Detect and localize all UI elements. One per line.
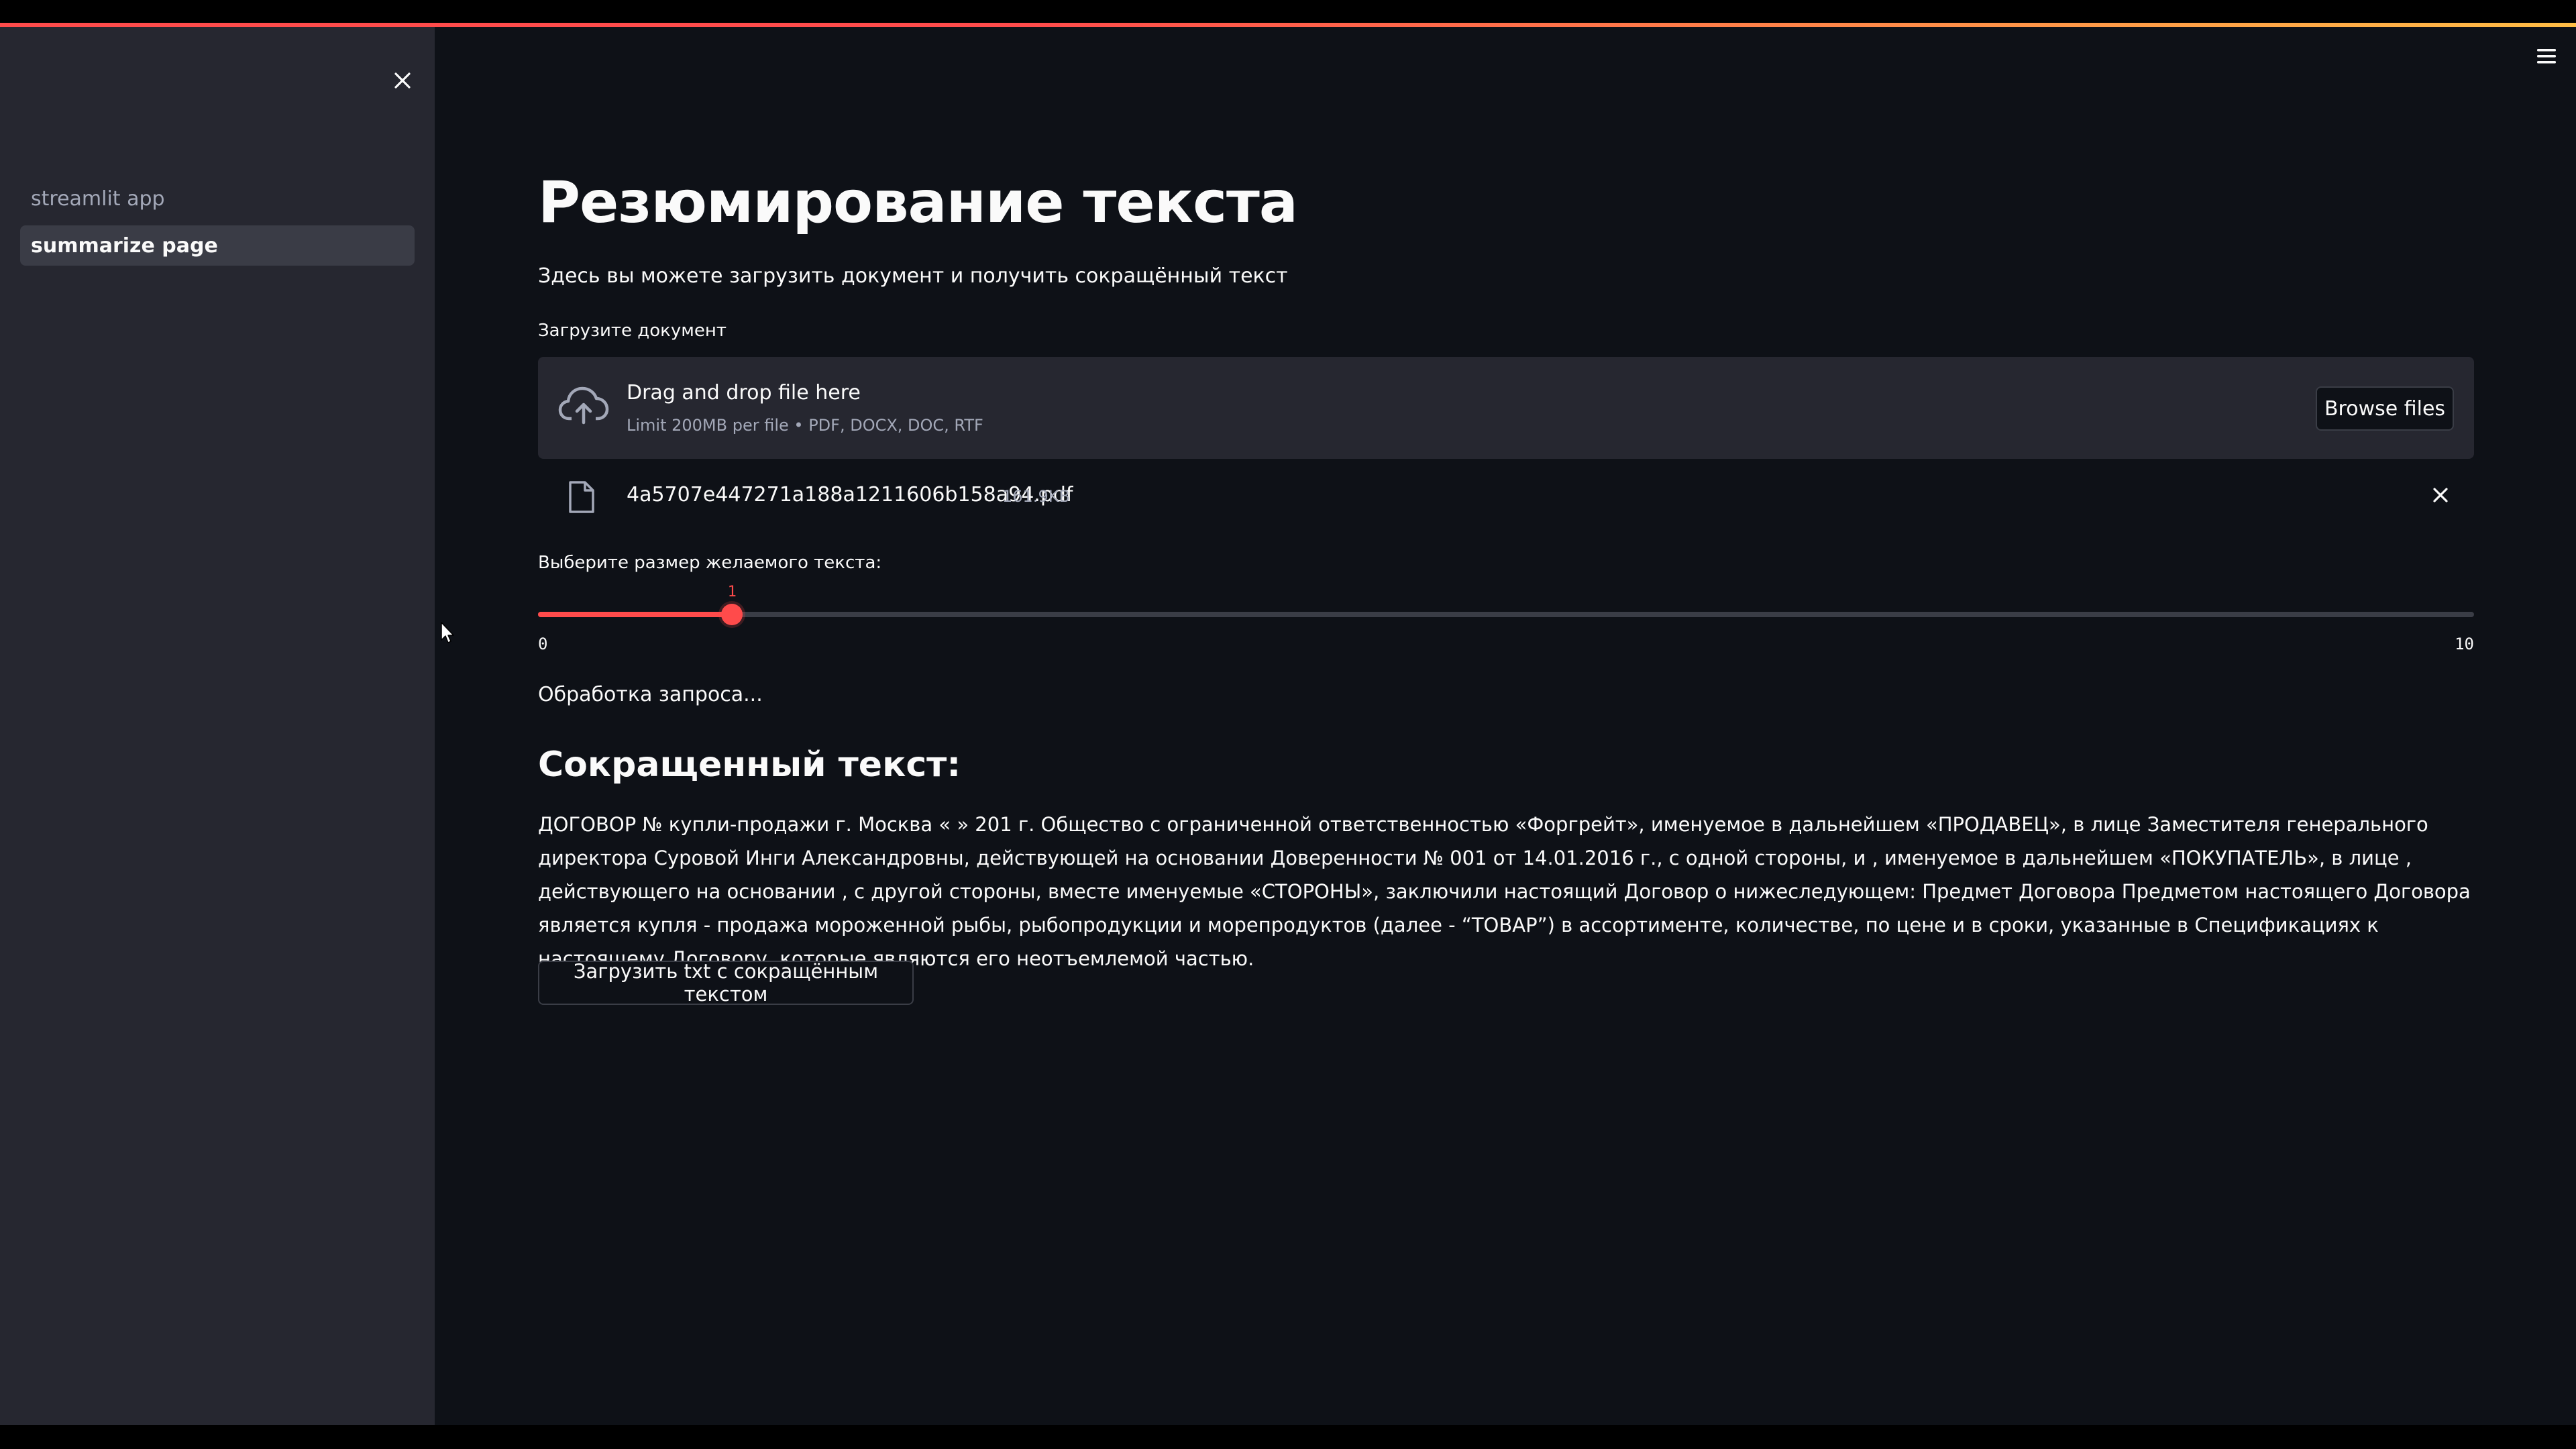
dropzone-title: Drag and drop file here: [627, 381, 861, 405]
browse-files-button[interactable]: Browse files: [2316, 386, 2454, 431]
close-icon: [394, 72, 411, 89]
file-icon: [569, 481, 594, 513]
screen: streamlit app summarize page Резюмирован…: [0, 0, 2576, 1449]
download-txt-button[interactable]: Загрузить txt с сокращённым текстом: [538, 960, 914, 1006]
file-dropzone[interactable]: Drag and drop file here Limit 200MB per …: [538, 357, 2474, 459]
sidebar-item-label: streamlit app: [31, 186, 165, 211]
sidebar-item-streamlit-app[interactable]: streamlit app: [20, 178, 415, 219]
header-decoration: [0, 23, 2576, 27]
slider-thumb[interactable]: [720, 604, 743, 625]
sidebar-close-button[interactable]: [389, 67, 416, 94]
slider-track[interactable]: [538, 612, 2474, 617]
page-subtitle: Здесь вы можете загрузить документ и пол…: [538, 264, 1288, 288]
mouse-cursor-icon: [441, 622, 454, 643]
sidebar: streamlit app summarize page: [0, 27, 435, 1425]
slider-fill: [538, 612, 732, 617]
slider-max-label: 10: [2455, 635, 2474, 653]
result-heading: Сокращенный текст:: [538, 745, 961, 785]
close-icon: [2433, 488, 2448, 502]
uploaded-file-item: 4a5707e447271a188a1211606b158a94.pdf 161…: [538, 470, 2474, 523]
summary-text: ДОГОВОР № купли-продажи г. Москва « » 20…: [538, 813, 2471, 970]
slider-current-value: 1: [727, 584, 737, 600]
file-uploader-label: Загрузите документ: [538, 321, 727, 341]
slider-min-label: 0: [538, 635, 548, 653]
page-title: Резюмирование текста: [538, 169, 1298, 236]
hamburger-menu-icon: [2537, 49, 2556, 64]
cloud-upload-icon: [558, 386, 609, 425]
sidebar-item-summarize-page[interactable]: summarize page: [20, 225, 415, 266]
uploaded-file-size: 161.9KB: [1002, 487, 1070, 506]
sidebar-item-label: summarize page: [31, 233, 218, 258]
text-size-slider[interactable]: 1 0 10: [538, 577, 2474, 653]
main-menu-button[interactable]: [2533, 43, 2560, 70]
slider-label: Выберите размер желаемого текста:: [538, 553, 882, 573]
dropzone-limit-text: Limit 200MB per file • PDF, DOCX, DOC, R…: [627, 416, 983, 435]
remove-file-button[interactable]: [2426, 480, 2455, 510]
status-text: Обработка запроса...: [538, 683, 763, 706]
